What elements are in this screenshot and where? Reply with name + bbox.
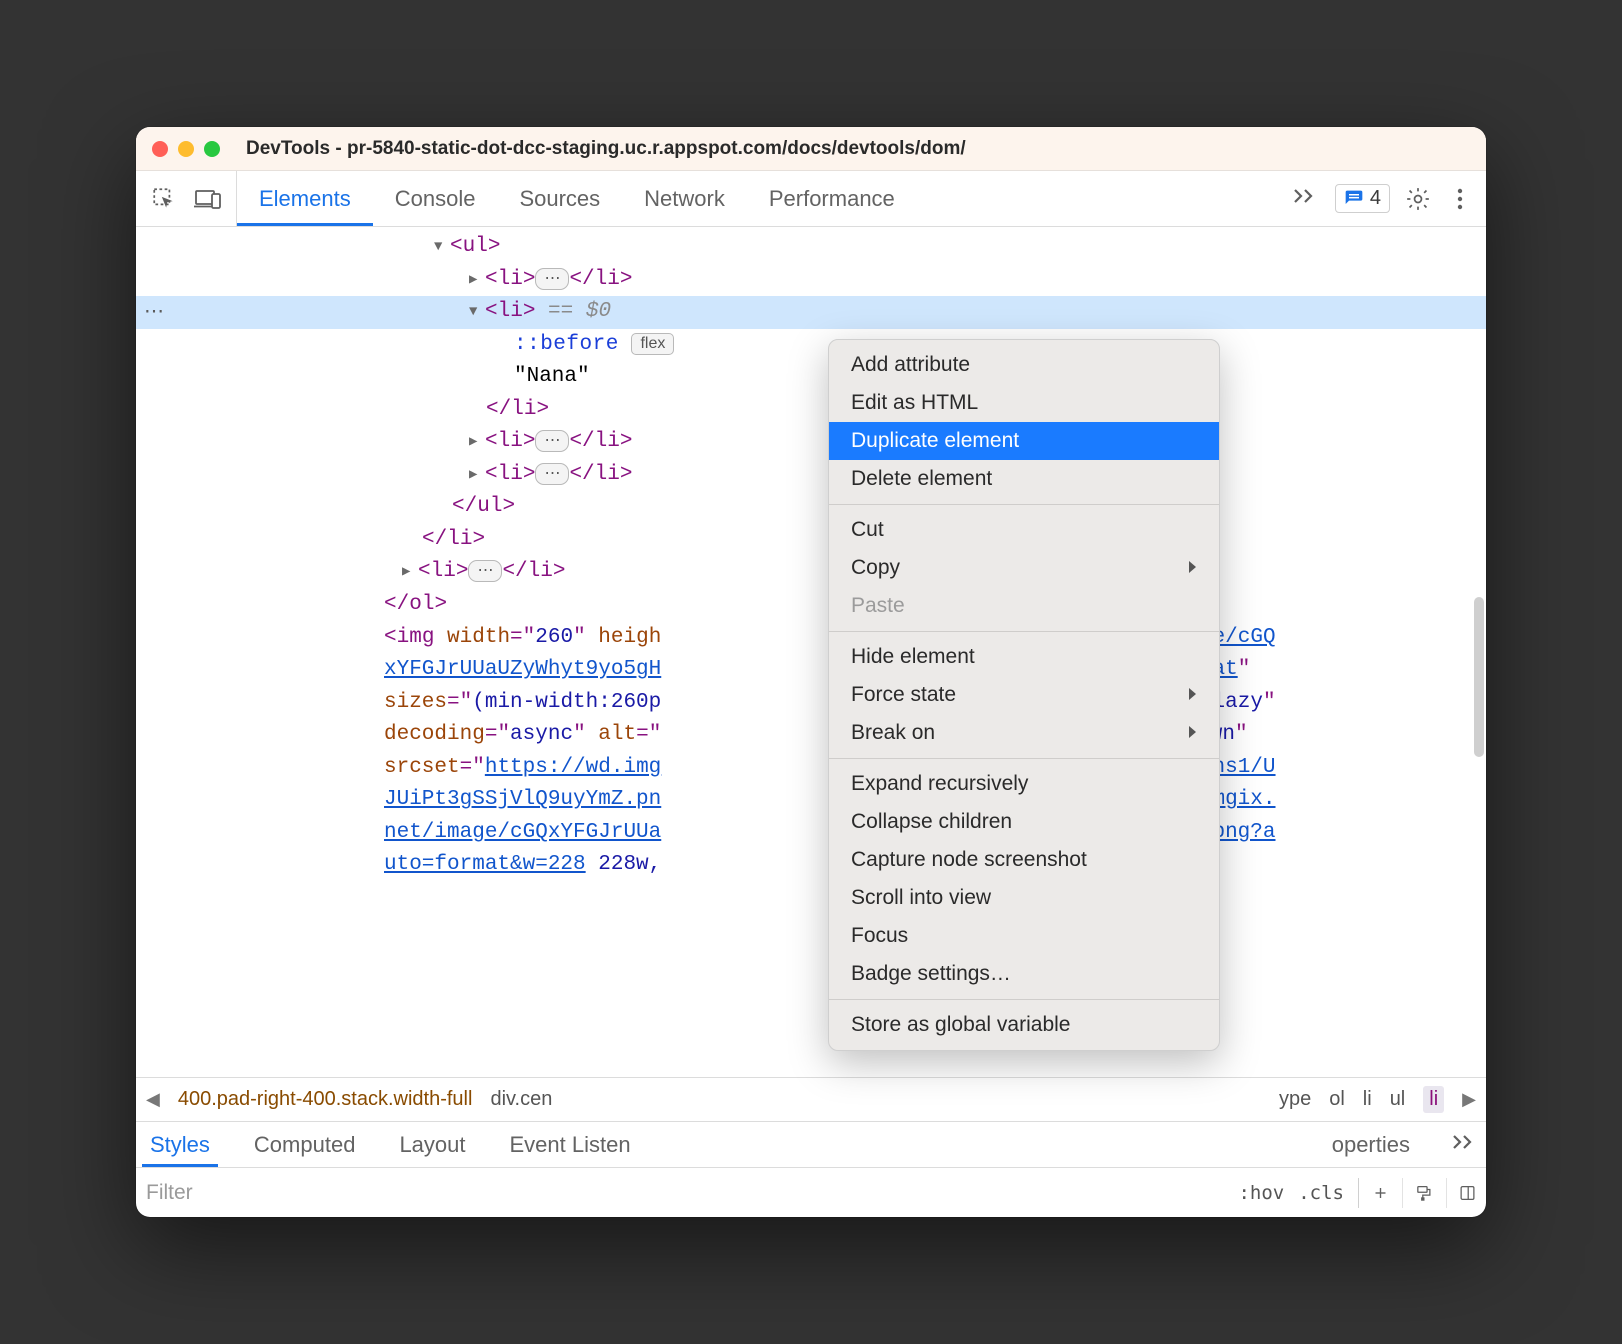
subtab-eventlisteners[interactable]: Event Listen [502,1122,639,1167]
subtab-computed[interactable]: Computed [246,1122,364,1167]
context-menu-separator [829,999,1219,1000]
breadcrumb-item-current[interactable]: li [1423,1086,1444,1113]
new-style-rule-icon[interactable] [1358,1178,1388,1208]
context-menu-item[interactable]: Cut [829,511,1219,549]
context-menu-label: Copy [851,556,900,580]
kebab-menu-icon[interactable] [1446,185,1474,213]
tab-performance[interactable]: Performance [747,171,917,226]
context-menu-label: Break on [851,721,935,745]
collapsed-dots-icon[interactable]: ⋯ [535,463,569,485]
context-menu-item[interactable]: Collapse children [829,803,1219,841]
hov-toggle[interactable]: :hov [1238,1182,1284,1204]
context-menu-label: Delete element [851,467,992,491]
context-menu-item[interactable]: Break on [829,714,1219,752]
context-menu[interactable]: Add attribute Edit as HTML Duplicate eleme… [828,339,1220,1051]
window-title: DevTools - pr-5840-static-dot-dcc-stagin… [246,138,966,160]
context-menu-item[interactable]: Focus [829,917,1219,955]
context-menu-item[interactable]: Add attribute [829,346,1219,384]
settings-icon[interactable] [1404,185,1432,213]
collapsed-dots-icon[interactable]: ⋯ [468,560,502,582]
breadcrumb-item[interactable]: ol [1329,1088,1345,1111]
inspect-element-icon[interactable] [150,185,178,213]
collapsed-dots-icon[interactable]: ⋯ [535,268,569,290]
context-menu-item[interactable]: Edit as HTML [829,384,1219,422]
context-menu-label: Collapse children [851,810,1012,834]
issues-button[interactable]: 4 [1335,184,1390,213]
chevron-right-icon [1187,723,1197,744]
subtab-styles[interactable]: Styles [142,1122,218,1167]
traffic-lights [152,141,220,157]
main-toolbar: Elements Console Sources Network Perform… [136,171,1486,227]
context-menu-item[interactable]: Capture node screenshot [829,841,1219,879]
collapsed-dots-icon[interactable]: ⋯ [535,430,569,452]
context-menu-label: Force state [851,683,956,707]
tab-network[interactable]: Network [622,171,747,226]
breadcrumb-scroll-left-icon[interactable]: ◀ [146,1089,160,1110]
device-toolbar-icon[interactable] [194,185,222,213]
gutter-menu-icon[interactable]: ⋯ [144,297,166,328]
dom-tree[interactable]: ▼<ul> ▶<li>⋯</li> ⋯ ▼<li> == $0 ::before… [136,227,1486,882]
context-menu-separator [829,504,1219,505]
context-menu-item[interactable]: Duplicate element [829,422,1219,460]
more-tabs-button[interactable] [1287,187,1321,210]
context-menu-item[interactable]: Hide element [829,638,1219,676]
selected-dom-node[interactable]: ⋯ ▼<li> == $0 [136,296,1486,329]
subtab-layout[interactable]: Layout [391,1122,473,1167]
dom-breadcrumb[interactable]: ◀ 400.pad-right-400.stack.width-full div… [136,1077,1486,1121]
breadcrumb-item[interactable]: li [1363,1088,1372,1111]
text-node: "Nana" [514,365,590,388]
cls-toggle[interactable]: .cls [1298,1182,1344,1204]
styles-subtabs: Styles Computed Layout Event Listen oper… [136,1121,1486,1167]
paint-icon[interactable] [1402,1178,1432,1208]
context-menu-item[interactable]: Badge settings… [829,955,1219,993]
computed-panel-icon[interactable] [1446,1178,1476,1208]
styles-filter-input[interactable] [146,1181,1226,1205]
context-menu-item[interactable]: Delete element [829,460,1219,498]
subtab-properties[interactable]: operties [1324,1122,1418,1167]
devtools-window: DevTools - pr-5840-static-dot-dcc-stagin… [136,127,1486,1217]
context-menu-label: Badge settings… [851,962,1011,986]
context-menu-item[interactable]: Copy [829,549,1219,587]
context-menu-label: Duplicate element [851,429,1019,453]
vertical-scrollbar[interactable] [1474,597,1484,757]
breadcrumb-item[interactable]: ul [1390,1088,1406,1111]
context-menu-label: Paste [851,594,905,618]
breadcrumb-item[interactable]: div.cen [490,1088,552,1111]
chevron-right-icon [1187,685,1197,706]
minimize-window-button[interactable] [178,141,194,157]
context-menu-label: Capture node screenshot [851,848,1087,872]
context-menu-item[interactable]: Force state [829,676,1219,714]
elements-panel[interactable]: ▼<ul> ▶<li>⋯</li> ⋯ ▼<li> == $0 ::before… [136,227,1486,1077]
more-subtabs-button[interactable] [1446,1133,1480,1156]
context-menu-label: Expand recursively [851,772,1028,796]
context-menu-label: Add attribute [851,353,970,377]
context-menu-item[interactable]: Expand recursively [829,765,1219,803]
context-menu-label: Cut [851,518,884,542]
context-menu-separator [829,631,1219,632]
context-menu-separator [829,758,1219,759]
maximize-window-button[interactable] [204,141,220,157]
close-window-button[interactable] [152,141,168,157]
breadcrumb-item[interactable]: 400.pad-right-400.stack.width-full [178,1088,473,1111]
context-menu-label: Store as global variable [851,1013,1070,1037]
context-menu-item: Paste [829,587,1219,625]
tab-elements[interactable]: Elements [237,171,373,226]
context-menu-label: Scroll into view [851,886,991,910]
context-menu-label: Edit as HTML [851,391,978,415]
context-menu-item[interactable]: Scroll into view [829,879,1219,917]
context-menu-item[interactable]: Store as global variable [829,1006,1219,1044]
tab-sources[interactable]: Sources [497,171,622,226]
context-menu-label: Hide element [851,645,975,669]
chevron-right-icon [1187,558,1197,579]
panel-tabs: Elements Console Sources Network Perform… [237,171,917,226]
breadcrumb-item[interactable]: ype [1279,1088,1311,1111]
breadcrumb-scroll-right-icon[interactable]: ▶ [1462,1089,1476,1110]
issues-count: 4 [1370,187,1381,210]
tab-console[interactable]: Console [373,171,498,226]
titlebar: DevTools - pr-5840-static-dot-dcc-stagin… [136,127,1486,171]
styles-filter-row: :hov .cls [136,1167,1486,1217]
context-menu-label: Focus [851,924,908,948]
flex-badge[interactable]: flex [631,333,674,355]
